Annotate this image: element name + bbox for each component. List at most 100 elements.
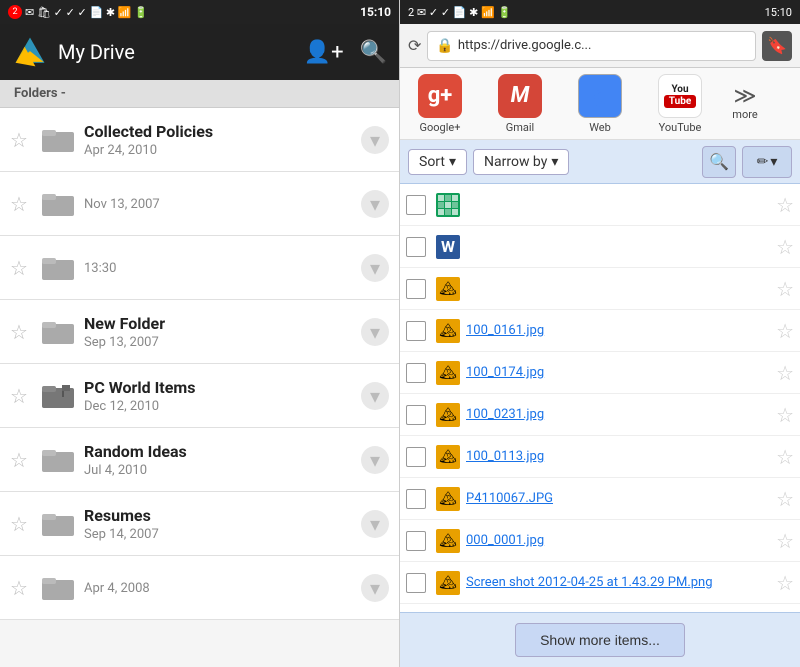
file-checkbox[interactable] bbox=[406, 279, 426, 299]
file-checkbox[interactable] bbox=[406, 531, 426, 551]
url-text: https://drive.google.c... bbox=[458, 38, 592, 53]
file-name[interactable]: 100_0113.jpg bbox=[466, 449, 772, 464]
list-item[interactable]: ☆ 13:30 ▾ bbox=[0, 236, 399, 300]
list-item[interactable]: 🏔 100_0174.jpg ☆ bbox=[400, 352, 800, 394]
search-button[interactable]: 🔍 bbox=[702, 146, 736, 178]
chevron-down-icon[interactable]: ▾ bbox=[361, 190, 389, 218]
star-icon[interactable]: ☆ bbox=[776, 193, 794, 217]
folder-date: Sep 14, 2007 bbox=[84, 527, 353, 542]
star-icon[interactable]: ☆ bbox=[776, 487, 794, 511]
file-checkbox[interactable] bbox=[406, 363, 426, 383]
file-name[interactable]: P4110067.JPG bbox=[466, 491, 772, 506]
star-icon[interactable]: ☆ bbox=[10, 192, 32, 216]
star-icon[interactable]: ☆ bbox=[10, 384, 32, 408]
list-item[interactable]: ☆ bbox=[400, 184, 800, 226]
bookmark-gmail-label: Gmail bbox=[506, 121, 534, 134]
star-icon[interactable]: ☆ bbox=[776, 319, 794, 343]
file-checkbox[interactable] bbox=[406, 237, 426, 257]
chevron-down-double-icon: ≫ bbox=[733, 86, 756, 108]
add-account-icon[interactable]: 👤+ bbox=[304, 40, 344, 65]
list-item[interactable]: ☆ Nov 13, 2007 ▾ bbox=[0, 172, 399, 236]
list-item[interactable]: ☆ Collected Policies Apr 24, 2010 ▾ bbox=[0, 108, 399, 172]
chevron-down-icon[interactable]: ▾ bbox=[361, 318, 389, 346]
gweb-icon: g bbox=[578, 74, 622, 118]
chevron-down-icon[interactable]: ▾ bbox=[361, 446, 389, 474]
browser-bar: ⟳ 🔒 https://drive.google.c... 🔖 bbox=[400, 24, 800, 68]
folder-icon bbox=[40, 314, 76, 350]
star-icon[interactable]: ☆ bbox=[10, 512, 32, 536]
bookmark-gmail[interactable]: M Gmail bbox=[480, 74, 560, 134]
bookmark-youtube[interactable]: You Tube YouTube bbox=[640, 74, 720, 134]
file-checkbox[interactable] bbox=[406, 489, 426, 509]
star-icon[interactable]: ☆ bbox=[776, 529, 794, 553]
app-title: My Drive bbox=[58, 40, 294, 64]
refresh-icon[interactable]: ⟳ bbox=[408, 36, 421, 55]
list-item[interactable]: 🏔 P4110067.JPG ☆ bbox=[400, 478, 800, 520]
star-icon[interactable]: ☆ bbox=[10, 256, 32, 280]
file-name[interactable]: 100_0174.jpg bbox=[466, 365, 772, 380]
gplus-icon: g+ bbox=[418, 74, 462, 118]
drive-logo-icon bbox=[12, 34, 48, 70]
bookmark-gweb-label: Web bbox=[589, 121, 611, 134]
narrow-by-button[interactable]: Narrow by ▾ bbox=[473, 149, 569, 175]
list-item[interactable]: W ☆ bbox=[400, 226, 800, 268]
chevron-down-icon[interactable]: ▾ bbox=[361, 510, 389, 538]
star-icon[interactable]: ☆ bbox=[10, 576, 32, 600]
edit-button[interactable]: ✏ ▾ bbox=[742, 146, 792, 178]
bookmark-bar: g+ Google+ M Gmail g Web You Tube YouTub… bbox=[400, 68, 800, 140]
star-icon[interactable]: ☆ bbox=[10, 128, 32, 152]
bookmark-gplus[interactable]: g+ Google+ bbox=[400, 74, 480, 134]
bookmark-youtube-label: YouTube bbox=[659, 121, 702, 134]
file-checkbox[interactable] bbox=[406, 321, 426, 341]
chevron-down-icon[interactable]: ▾ bbox=[361, 254, 389, 282]
sheets-icon bbox=[434, 191, 462, 219]
list-item[interactable]: ☆ Apr 4, 2008 ▾ bbox=[0, 556, 399, 620]
list-item[interactable]: 🏔 ☆ bbox=[400, 268, 800, 310]
file-checkbox[interactable] bbox=[406, 573, 426, 593]
list-item[interactable]: ☆ New Folder Sep 13, 2007 ▾ bbox=[0, 300, 399, 364]
star-icon[interactable]: ☆ bbox=[776, 403, 794, 427]
star-icon[interactable]: ☆ bbox=[10, 320, 32, 344]
search-icon[interactable]: 🔍 bbox=[360, 40, 387, 65]
file-name[interactable]: 100_0231.jpg bbox=[466, 407, 772, 422]
image-icon: 🏔 bbox=[434, 275, 462, 303]
chevron-down-icon[interactable]: ▾ bbox=[361, 126, 389, 154]
list-item[interactable]: ☆ Random Ideas Jul 4, 2010 ▾ bbox=[0, 428, 399, 492]
edit-icon: ✏ bbox=[757, 154, 769, 170]
star-icon[interactable]: ☆ bbox=[776, 361, 794, 385]
bookmark-more-button[interactable]: ≫ more bbox=[720, 86, 770, 121]
file-checkbox[interactable] bbox=[406, 447, 426, 467]
show-more-button[interactable]: Show more items... bbox=[515, 623, 685, 657]
bookmark-gplus-label: Google+ bbox=[420, 121, 461, 134]
sort-button[interactable]: Sort ▾ bbox=[408, 149, 467, 175]
star-icon[interactable]: ☆ bbox=[776, 277, 794, 301]
bookmark-gweb[interactable]: g Web bbox=[560, 74, 640, 134]
folder-date: Apr 4, 2008 bbox=[84, 581, 353, 596]
file-checkbox[interactable] bbox=[406, 195, 426, 215]
list-item[interactable]: ☆ Resumes Sep 14, 2007 ▾ bbox=[0, 492, 399, 556]
star-icon[interactable]: ☆ bbox=[776, 571, 794, 595]
file-checkbox[interactable] bbox=[406, 405, 426, 425]
image-icon: 🏔 bbox=[434, 401, 462, 429]
list-item[interactable]: ☆ PC World Items Dec 12, 2010 ▾ bbox=[0, 364, 399, 428]
bookmark-button[interactable]: 🔖 bbox=[762, 31, 792, 61]
youtube-icon: You Tube bbox=[658, 74, 702, 118]
star-icon[interactable]: ☆ bbox=[776, 445, 794, 469]
list-item[interactable]: 🏔 100_0113.jpg ☆ bbox=[400, 436, 800, 478]
list-item[interactable]: 🏔 Screen shot 2012-04-25 at 1.43.29 PM.p… bbox=[400, 562, 800, 604]
chevron-down-icon[interactable]: ▾ bbox=[361, 382, 389, 410]
list-item[interactable]: 🏔 000_0001.jpg ☆ bbox=[400, 520, 800, 562]
folder-date: 13:30 bbox=[84, 261, 353, 276]
file-name[interactable]: 100_0161.jpg bbox=[466, 323, 772, 338]
url-bar[interactable]: 🔒 https://drive.google.c... bbox=[427, 31, 756, 61]
search-icon: 🔍 bbox=[709, 152, 729, 171]
star-icon[interactable]: ☆ bbox=[776, 235, 794, 259]
chevron-down-icon[interactable]: ▾ bbox=[361, 574, 389, 602]
star-icon[interactable]: ☆ bbox=[10, 448, 32, 472]
list-item[interactable]: 🏔 100_0161.jpg ☆ bbox=[400, 310, 800, 352]
file-name[interactable]: Screen shot 2012-04-25 at 1.43.29 PM.png bbox=[466, 575, 772, 591]
file-name[interactable]: 000_0001.jpg bbox=[466, 533, 772, 548]
folder-date: Nov 13, 2007 bbox=[84, 197, 353, 212]
notification-icons-right: 2 ✉ ✓ ✓ 📄 ✱ 📶 🔋 bbox=[408, 6, 511, 19]
list-item[interactable]: 🏔 100_0231.jpg ☆ bbox=[400, 394, 800, 436]
